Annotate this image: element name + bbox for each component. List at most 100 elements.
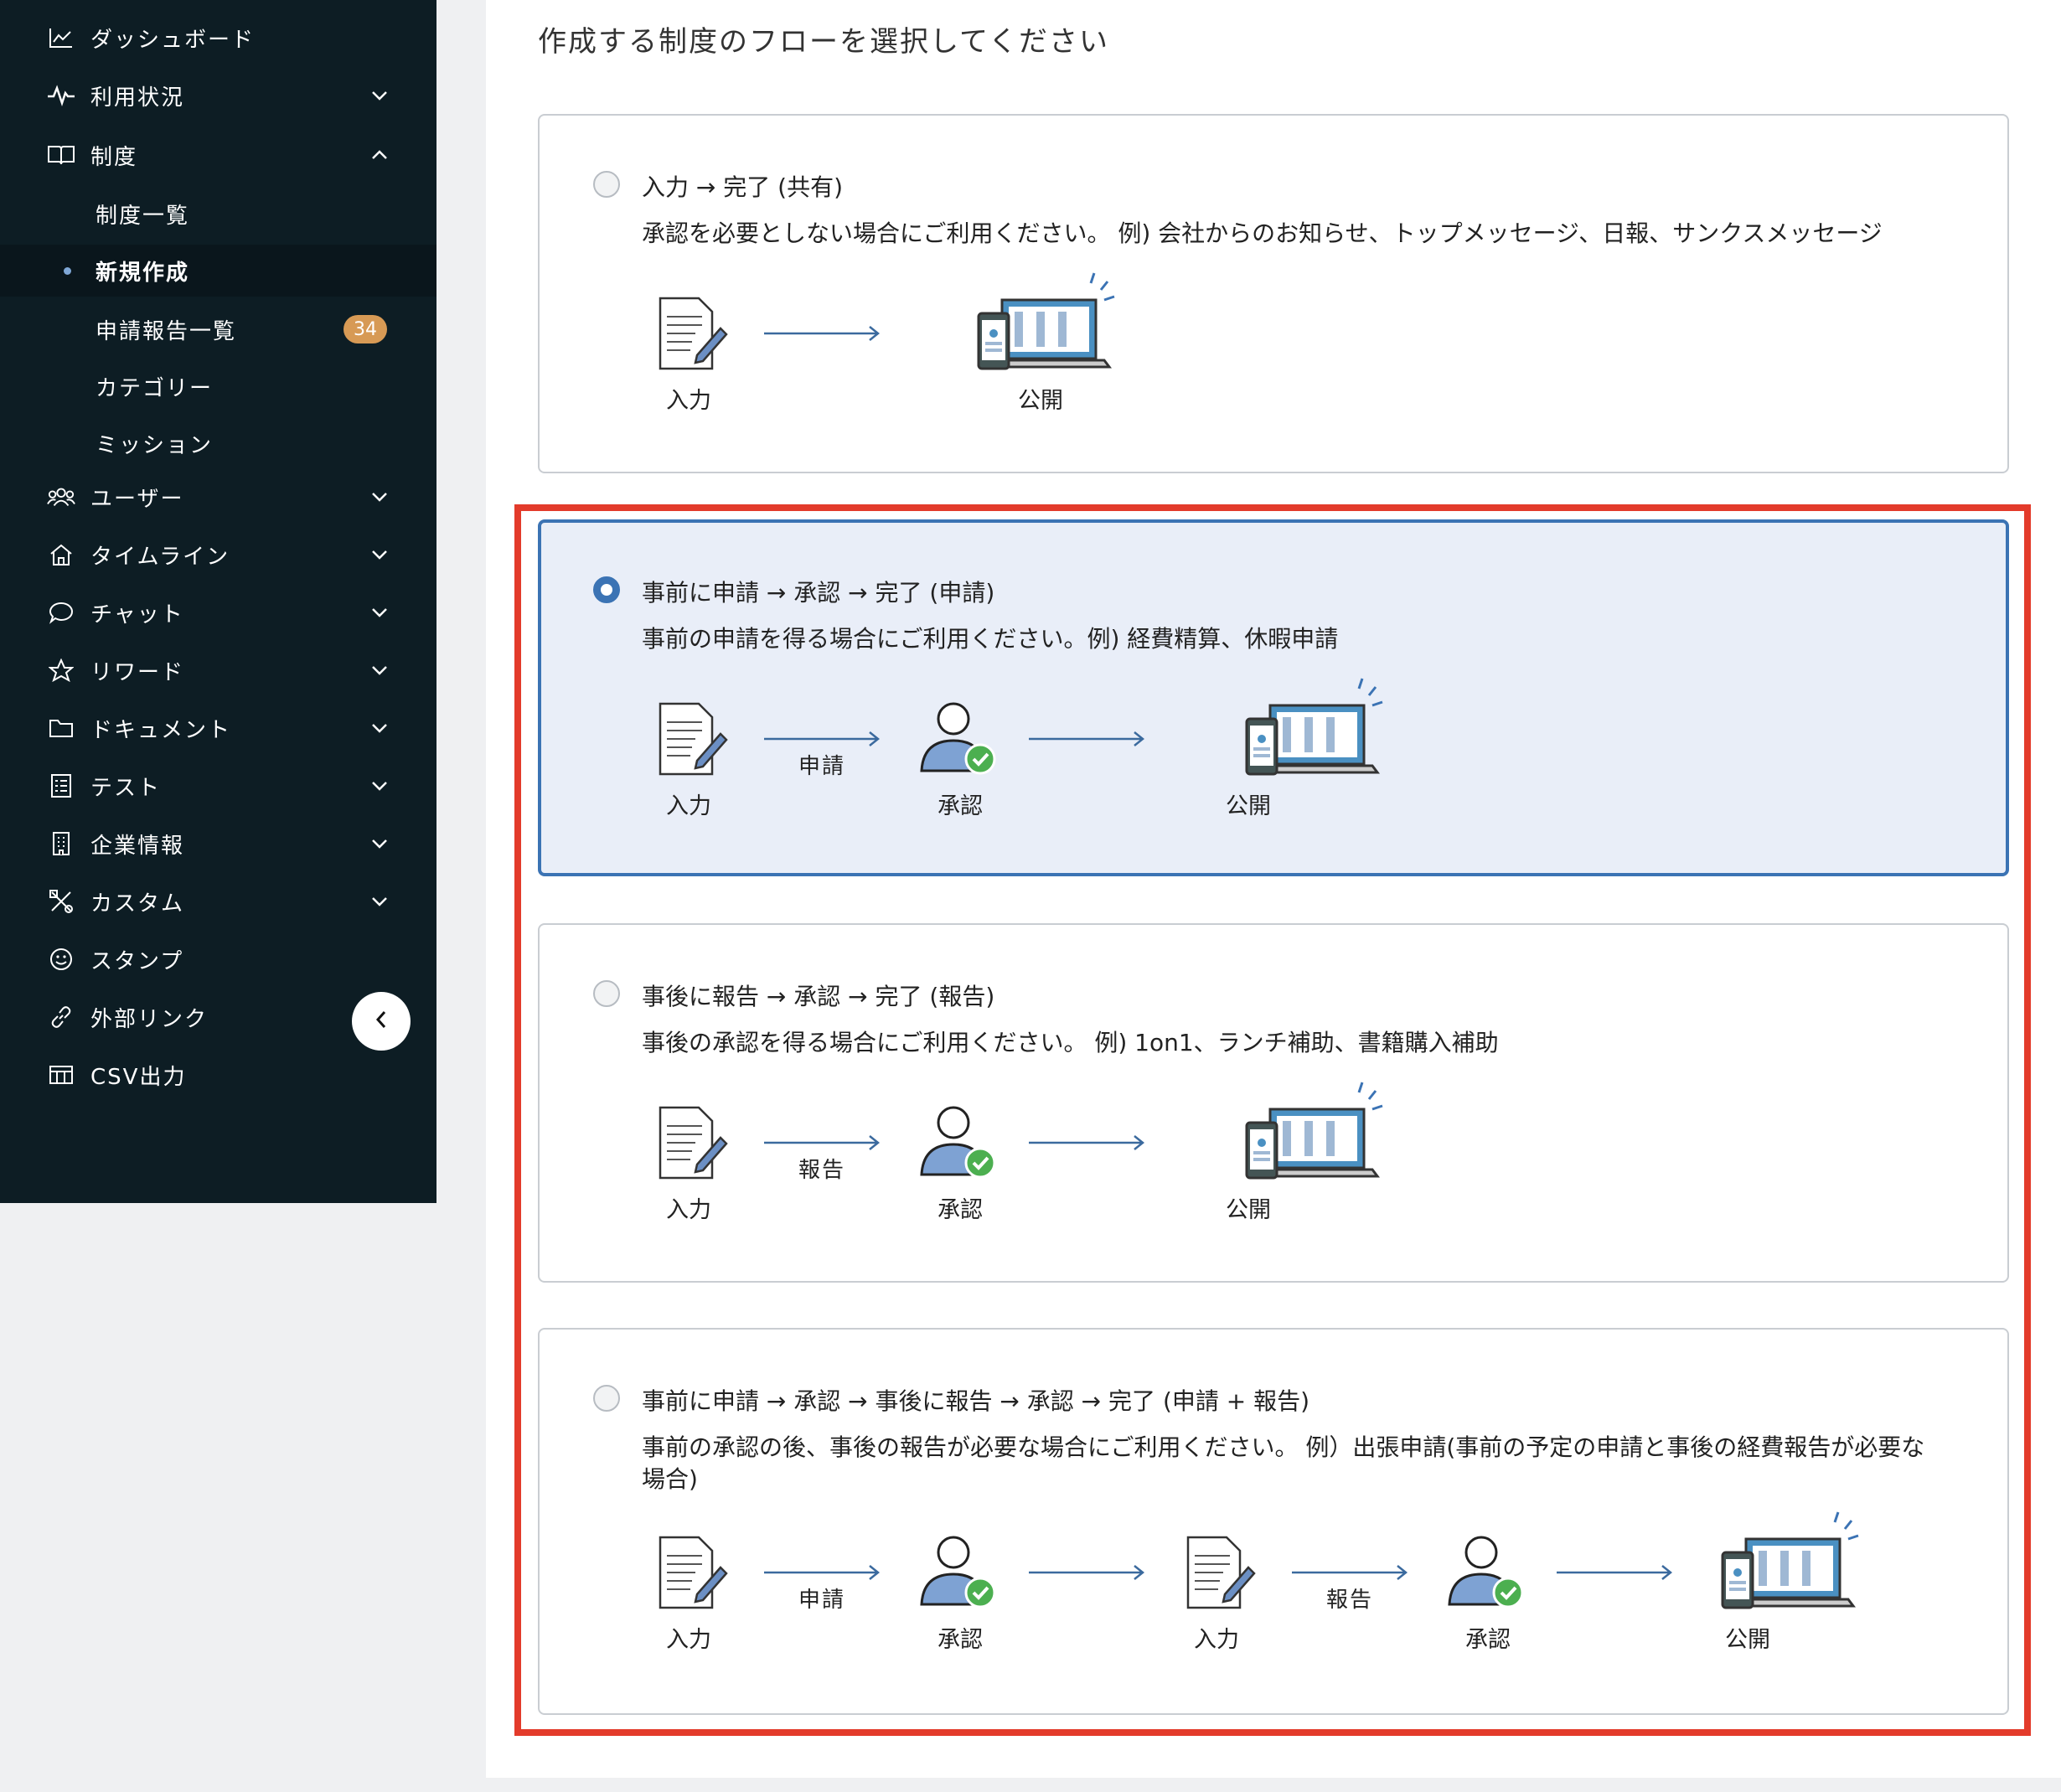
sidebar-item-reward[interactable]: リワード — [0, 644, 436, 696]
radio-button[interactable] — [593, 171, 620, 198]
flow-step-label: 公開 — [1725, 1627, 1770, 1653]
folder-icon — [47, 714, 75, 742]
page-title: 作成する制度のフローを選択してください — [538, 25, 1109, 59]
publish-screen-icon — [1718, 1505, 1860, 1618]
main-content: 作成する制度のフローを選択してください 入力 → 完了 (共有) 承認を必要とし… — [486, 0, 2061, 1778]
sidebar-item-test[interactable]: テスト — [0, 760, 436, 812]
approver-icon — [915, 1101, 999, 1188]
sidebar-item-users[interactable]: ユーザー — [0, 471, 436, 523]
document-icon — [1175, 1531, 1258, 1618]
sidebar-subitem-system-list[interactable]: 制度一覧 — [0, 188, 436, 240]
approver-icon — [915, 1531, 999, 1618]
flow-arrow — [762, 1564, 881, 1584]
sidebar-item-timeline[interactable]: タイムライン — [0, 529, 436, 581]
flow-option-card-selected[interactable]: 事前に申請 → 承認 → 完了 (申請) 事前の申請を得る場合にご利用ください。… — [538, 519, 2009, 876]
sidebar-item-usage[interactable]: 利用状況 — [0, 70, 436, 121]
publish-screen-icon — [974, 266, 1116, 379]
publish-screen-icon — [1242, 1076, 1384, 1188]
document-icon — [647, 292, 731, 379]
chevron-left-icon — [374, 1010, 388, 1033]
option-title: 入力 → 完了 (共有) — [642, 173, 844, 201]
flow-arrow-label: 申請 — [798, 1588, 845, 1613]
active-dot — [64, 266, 71, 275]
flow-arrow — [762, 731, 881, 751]
sidebar-subitem-category[interactable]: カテゴリー — [0, 360, 436, 412]
sidebar-subitem-requests[interactable]: 申請報告一覧 34 — [0, 303, 436, 355]
chevron-down-icon[interactable] — [369, 602, 390, 623]
sidebar-item-stamp[interactable]: スタンプ — [0, 933, 436, 985]
sidebar-item-system[interactable]: 制度 — [0, 129, 436, 181]
flow-step-label: 入力 — [666, 793, 711, 819]
document-icon — [647, 1531, 731, 1618]
flow-arrow — [1555, 1564, 1674, 1584]
radio-button[interactable] — [593, 980, 620, 1007]
chevron-down-icon[interactable] — [369, 85, 390, 106]
count-badge: 34 — [344, 315, 387, 343]
link-icon — [47, 1003, 75, 1031]
flow-step-label: 入力 — [666, 1627, 711, 1653]
flow-option-card[interactable]: 入力 → 完了 (共有) 承認を必要としない場合にご利用ください。 例) 会社か… — [538, 114, 2009, 473]
option-description: 承認を必要としない場合にご利用ください。 例) 会社からのお知らせ、トップメッセ… — [642, 219, 1883, 247]
pulse-icon — [47, 81, 75, 110]
chevron-down-icon[interactable] — [369, 486, 390, 508]
sidebar-subitem-mission[interactable]: ミッション — [0, 417, 436, 469]
flow-step-label: 入力 — [666, 1197, 711, 1223]
flow-step-label: 承認 — [1465, 1627, 1511, 1653]
document-icon — [647, 1101, 731, 1188]
flow-arrow — [1027, 1134, 1146, 1154]
building-icon — [47, 829, 75, 858]
flow-step-label: 公開 — [1226, 793, 1271, 819]
flow-step-label: 公開 — [1018, 388, 1063, 414]
flow-option-card[interactable]: 事前に申請 → 承認 → 事後に報告 → 承認 → 完了 (申請 + 報告) 事… — [538, 1328, 2009, 1715]
chart-icon — [47, 23, 75, 52]
checklist-icon — [47, 772, 75, 800]
option-title: 事前に申請 → 承認 → 完了 (申請) — [642, 579, 995, 607]
chevron-down-icon[interactable] — [369, 891, 390, 912]
flow-step-label: 入力 — [1194, 1627, 1239, 1653]
sidebar-item-document[interactable]: ドキュメント — [0, 702, 436, 754]
option-title: 事後に報告 → 承認 → 完了 (報告) — [642, 983, 995, 1010]
option-description: 事前の承認の後、事後の報告が必要な場合にご利用ください。 例）出張申請(事前の予… — [642, 1433, 1925, 1493]
flow-step-label: 承認 — [938, 793, 983, 819]
option-description: 事前の申請を得る場合にご利用ください。例) 経費精算、休暇申請 — [642, 625, 1339, 653]
flow-arrow-label: 報告 — [798, 1158, 845, 1183]
chevron-down-icon[interactable] — [369, 544, 390, 565]
flow-step-label: 公開 — [1226, 1197, 1271, 1223]
sidebar-item-chat[interactable]: チャット — [0, 586, 436, 638]
sidebar-item-csv[interactable]: CSV出力 — [0, 1049, 436, 1101]
sidebar-collapse-button[interactable] — [352, 992, 411, 1051]
chevron-down-icon[interactable] — [369, 659, 390, 681]
chevron-down-icon[interactable] — [369, 717, 390, 739]
star-icon — [47, 656, 75, 684]
flow-arrow — [762, 325, 881, 345]
sidebar: ダッシュボード 利用状況 制度 制度一覧 新規作成 申請報告一覧 34 カテゴリ… — [0, 0, 436, 1203]
chevron-down-icon[interactable] — [369, 775, 390, 797]
sidebar-item-custom[interactable]: カスタム — [0, 875, 436, 927]
flow-arrow-label: 申請 — [798, 754, 845, 779]
home-icon — [47, 540, 75, 569]
flow-option-card[interactable]: 事後に報告 → 承認 → 完了 (報告) 事後の承認を得る場合にご利用ください。… — [538, 923, 2009, 1283]
option-description: 事後の承認を得る場合にご利用ください。 例) 1on1、ランチ補助、書籍購入補助 — [642, 1029, 1499, 1056]
flow-arrow — [1290, 1564, 1409, 1584]
book-icon — [47, 141, 75, 169]
chat-icon — [47, 598, 75, 627]
sidebar-subitem-new[interactable]: 新規作成 — [0, 245, 436, 297]
table-icon — [47, 1061, 75, 1089]
tools-icon — [47, 887, 75, 916]
flow-arrow-label: 報告 — [1325, 1588, 1373, 1613]
flow-step-label: 承認 — [938, 1197, 983, 1223]
sidebar-item-dashboard[interactable]: ダッシュボード — [0, 12, 436, 64]
flow-arrow — [1027, 731, 1146, 751]
chevron-down-icon[interactable] — [369, 833, 390, 855]
radio-button-selected[interactable] — [593, 576, 620, 603]
approver-icon — [1443, 1531, 1526, 1618]
flow-step-label: 入力 — [666, 388, 711, 414]
smile-icon — [47, 945, 75, 973]
sidebar-item-company[interactable]: 企業情報 — [0, 818, 436, 870]
publish-screen-icon — [1242, 672, 1384, 784]
chevron-up-icon[interactable] — [369, 144, 390, 166]
users-icon — [47, 483, 75, 511]
option-title: 事前に申請 → 承認 → 事後に報告 → 承認 → 完了 (申請 + 報告) — [642, 1387, 1310, 1415]
flow-arrow — [762, 1134, 881, 1154]
radio-button[interactable] — [593, 1385, 620, 1412]
